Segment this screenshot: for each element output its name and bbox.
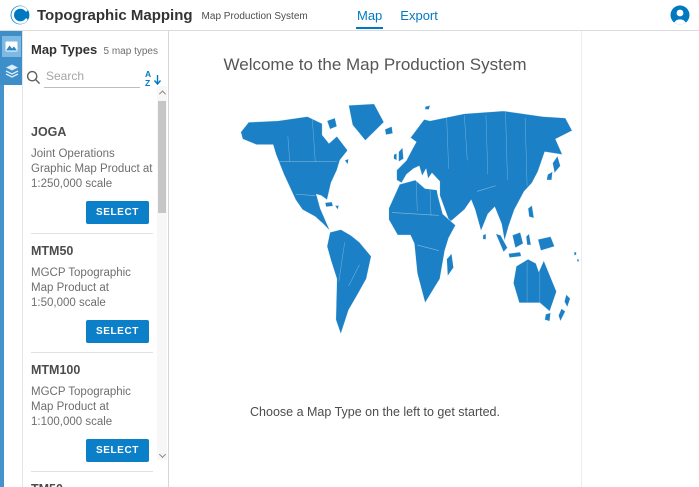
tab-export[interactable]: Export bbox=[399, 0, 439, 31]
layers-panel-button[interactable] bbox=[2, 60, 21, 81]
select-button-joga[interactable]: SELECT bbox=[86, 201, 149, 224]
map-type-description: MGCP Topographic Map Product at 1:100,00… bbox=[31, 385, 153, 430]
world-map-image bbox=[229, 101, 582, 341]
tab-map[interactable]: Map bbox=[356, 0, 383, 31]
map-types-panel-icon bbox=[5, 40, 18, 53]
select-button-mtm50[interactable]: SELECT bbox=[86, 320, 149, 343]
sidebar-scrollbar[interactable] bbox=[157, 86, 167, 460]
scrollbar-up-icon[interactable] bbox=[157, 86, 167, 98]
user-avatar-icon[interactable] bbox=[670, 5, 690, 25]
layers-icon bbox=[5, 64, 19, 78]
search-row: A Z bbox=[23, 61, 168, 88]
select-button-mtm100[interactable]: SELECT bbox=[86, 439, 149, 462]
app-title: Topographic Mapping bbox=[37, 7, 193, 24]
sidebar-header: Map Types 5 map types bbox=[23, 31, 168, 61]
search-input[interactable] bbox=[44, 67, 140, 88]
main-content: Welcome to the Map Production System bbox=[169, 31, 699, 487]
map-type-description: MGCP Topographic Map Product at 1:50,000… bbox=[31, 266, 153, 311]
instruction-text: Choose a Map Type on the left to get sta… bbox=[169, 405, 581, 419]
app-subtitle: Map Production System bbox=[202, 11, 308, 22]
map-type-item-tm50: TM50 Topographic Map Product at 1:50,000… bbox=[31, 471, 153, 487]
map-type-item-joga: JOGA Joint Operations Graphic Map Produc… bbox=[31, 115, 153, 233]
map-type-list: JOGA Joint Operations Graphic Map Produc… bbox=[31, 115, 153, 487]
map-type-item-mtm100: MTM100 MGCP Topographic Map Product at 1… bbox=[31, 352, 153, 471]
left-tool-strip bbox=[0, 31, 23, 487]
nav-tabs: Map Export bbox=[356, 0, 439, 31]
map-type-description: Joint Operations Graphic Map Product at … bbox=[31, 147, 153, 192]
scrollbar-thumb[interactable] bbox=[158, 101, 166, 213]
welcome-heading: Welcome to the Map Production System bbox=[169, 55, 581, 75]
map-type-name: JOGA bbox=[31, 125, 153, 139]
map-type-name: MTM50 bbox=[31, 244, 153, 258]
map-types-panel-button[interactable] bbox=[2, 36, 21, 57]
search-icon bbox=[26, 70, 41, 85]
map-type-name: MTM100 bbox=[31, 363, 153, 377]
map-type-name: TM50 bbox=[31, 482, 153, 487]
map-types-sidebar: Map Types 5 map types A Z JOGA Joint Ope… bbox=[23, 31, 169, 487]
app-logo-globe-icon bbox=[10, 5, 30, 25]
sort-alpha-icon[interactable]: A Z bbox=[145, 69, 162, 87]
world-map bbox=[229, 101, 582, 341]
map-type-item-mtm50: MTM50 MGCP Topographic Map Product at 1:… bbox=[31, 233, 153, 352]
strip-accent-edge bbox=[0, 31, 4, 487]
sidebar-title: Map Types bbox=[31, 42, 97, 57]
svg-text:Z: Z bbox=[145, 78, 150, 87]
map-type-count: 5 map types bbox=[104, 46, 158, 57]
scrollbar-down-icon[interactable] bbox=[157, 448, 167, 460]
app-header: Topographic Mapping Map Production Syste… bbox=[0, 0, 699, 31]
